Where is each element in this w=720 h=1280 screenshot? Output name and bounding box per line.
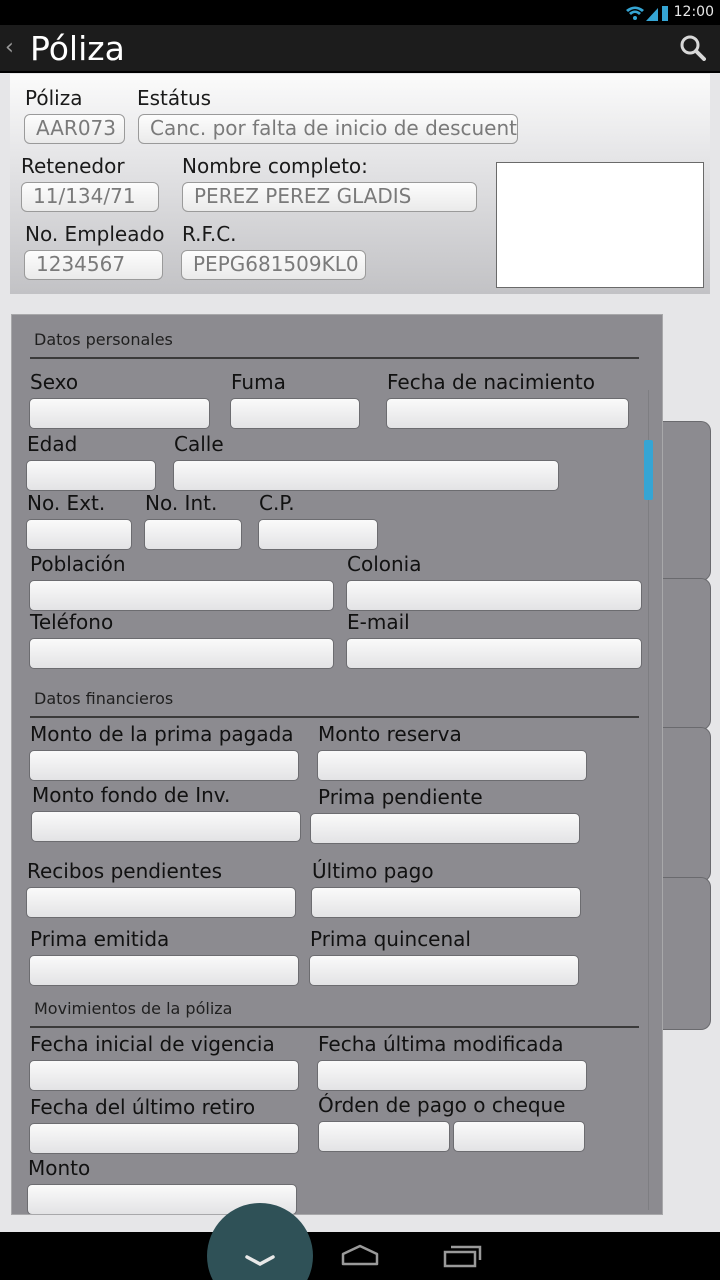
- navigation-bar: [0, 1203, 720, 1280]
- rfc-field: PEPG681509KL0: [181, 250, 366, 280]
- estatus-field: Canc. por falta de inicio de descuento: [138, 114, 518, 144]
- chevron-down-icon: [245, 1255, 275, 1266]
- fecha-inicial-input[interactable]: [29, 1060, 299, 1091]
- recibos-pendientes-label: Recibos pendientes: [27, 859, 223, 883]
- search-icon[interactable]: [680, 35, 706, 61]
- monto-label: Monto: [28, 1156, 91, 1180]
- chevron-left-icon[interactable]: ‹: [5, 35, 14, 60]
- cp-label: C.P.: [259, 491, 295, 515]
- fuma-input[interactable]: [230, 398, 360, 429]
- empleado-label: No. Empleado: [25, 222, 165, 246]
- telefono-input[interactable]: [29, 638, 334, 669]
- prima-pendiente-label: Prima pendiente: [318, 785, 483, 809]
- side-tab-1[interactable]: [663, 421, 711, 581]
- scroll-track: [648, 390, 649, 1210]
- prima-quincenal-input[interactable]: [309, 955, 579, 986]
- prima-emitida-input[interactable]: [29, 955, 299, 986]
- fecha-ultima-mod-input[interactable]: [317, 1060, 587, 1091]
- poliza-field: AAR073: [24, 114, 125, 144]
- action-bar: ‹ Póliza: [0, 25, 720, 73]
- estatus-label: Estátus: [137, 86, 212, 110]
- monto-reserva-label: Monto reserva: [318, 722, 462, 746]
- side-tab-4[interactable]: [663, 877, 711, 1030]
- recent-apps-icon[interactable]: [442, 1242, 482, 1270]
- section-title-movements: Movimientos de la póliza: [34, 999, 233, 1018]
- section-title-financial: Datos financieros: [34, 689, 174, 708]
- prima-quincenal-label: Prima quincenal: [310, 927, 471, 951]
- policy-form: Datos personales Sexo Fuma Fecha de naci…: [11, 314, 663, 1215]
- page-title: Póliza: [30, 29, 125, 68]
- poblacion-input[interactable]: [29, 580, 334, 611]
- fecha-ultima-mod-label: Fecha última modificada: [318, 1032, 564, 1056]
- no-ext-label: No. Ext.: [27, 491, 106, 515]
- fecha-ultimo-retiro-label: Fecha del último retiro: [30, 1095, 256, 1119]
- poblacion-label: Población: [30, 552, 126, 576]
- prima-emitida-label: Prima emitida: [30, 927, 170, 951]
- divider: [30, 1026, 639, 1028]
- divider: [30, 716, 639, 718]
- orden-pago-input-1[interactable]: [318, 1121, 450, 1152]
- email-input[interactable]: [346, 638, 642, 669]
- fecha-nacimiento-label: Fecha de nacimiento: [387, 370, 595, 394]
- monto-fondo-input[interactable]: [31, 811, 301, 842]
- no-int-input[interactable]: [144, 519, 242, 550]
- sexo-input[interactable]: [29, 398, 210, 429]
- monto-fondo-label: Monto fondo de Inv.: [32, 783, 231, 807]
- retenedor-label: Retenedor: [21, 154, 125, 178]
- colonia-label: Colonia: [347, 552, 422, 576]
- retenedor-field: 11/134/71: [21, 182, 159, 212]
- fecha-nacimiento-input[interactable]: [386, 398, 629, 429]
- policy-header: Póliza AAR073 Estátus Canc. por falta de…: [10, 74, 710, 294]
- cp-input[interactable]: [258, 519, 378, 550]
- poliza-label: Póliza: [25, 86, 83, 110]
- prima-pendiente-input[interactable]: [310, 813, 580, 844]
- scrollbar[interactable]: [644, 440, 653, 500]
- colonia-input[interactable]: [346, 580, 642, 611]
- home-icon[interactable]: [340, 1242, 380, 1268]
- fecha-ultimo-retiro-input[interactable]: [29, 1123, 299, 1154]
- empleado-field: 1234567: [24, 250, 163, 280]
- wifi-signal-icon: [626, 6, 668, 21]
- orden-pago-input-2[interactable]: [453, 1121, 585, 1152]
- recibos-pendientes-input[interactable]: [26, 887, 296, 918]
- section-title-personal: Datos personales: [34, 330, 173, 349]
- edad-input[interactable]: [26, 460, 156, 491]
- status-bar: 12:00: [0, 0, 720, 25]
- calle-label: Calle: [174, 432, 224, 456]
- edad-label: Edad: [27, 432, 78, 456]
- ultimo-pago-label: Último pago: [312, 859, 434, 883]
- no-ext-input[interactable]: [26, 519, 132, 550]
- clock: 12:00: [673, 4, 714, 20]
- calle-input[interactable]: [173, 460, 559, 491]
- ultimo-pago-input[interactable]: [311, 887, 581, 918]
- divider: [30, 357, 639, 359]
- orden-pago-label: Órden de pago o cheque: [318, 1093, 566, 1117]
- monto-prima-pagada-input[interactable]: [29, 750, 299, 781]
- side-tab-2[interactable]: [663, 578, 711, 730]
- fuma-label: Fuma: [231, 370, 286, 394]
- no-int-label: No. Int.: [145, 491, 218, 515]
- rfc-label: R.F.C.: [182, 222, 237, 246]
- monto-prima-pagada-label: Monto de la prima pagada: [30, 722, 294, 746]
- sexo-label: Sexo: [30, 370, 79, 394]
- nombre-field: PEREZ PEREZ GLADIS: [182, 182, 477, 212]
- nombre-label: Nombre completo:: [182, 154, 368, 178]
- monto-reserva-input[interactable]: [317, 750, 587, 781]
- fecha-inicial-label: Fecha inicial de vigencia: [30, 1032, 275, 1056]
- side-tab-3[interactable]: [663, 727, 711, 882]
- email-label: E-mail: [347, 610, 410, 634]
- telefono-label: Teléfono: [30, 610, 114, 634]
- photo-placeholder: [496, 162, 704, 288]
